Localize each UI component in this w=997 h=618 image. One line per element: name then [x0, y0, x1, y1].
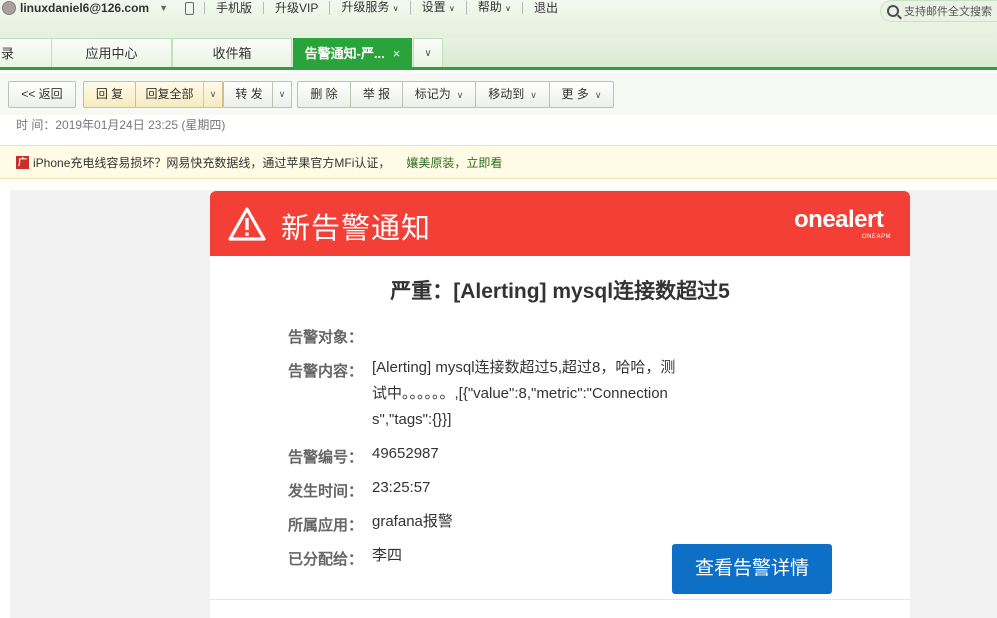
field-occurred-time: 发生时间： 23:25:57: [288, 479, 682, 501]
field-label: 发生时间：: [288, 483, 364, 500]
tab-more-button[interactable]: ∨: [413, 38, 443, 67]
top-nav: 手机版 升级VIP 升级服务 ∨ 设置 ∨ 帮助 ∨ 退出: [185, 0, 569, 16]
alert-card-title: 新告警通知: [281, 213, 432, 245]
reply-button[interactable]: 回 复: [83, 81, 136, 108]
field-value: 李四: [372, 547, 403, 564]
chevron-down-icon: ∨: [505, 4, 512, 13]
alert-heading: 严重：[Alerting] mysql连接数超过5: [390, 280, 730, 303]
nav-help-label: 帮助: [477, 0, 502, 14]
nav-help[interactable]: 帮助 ∨: [465, 0, 522, 15]
warning-icon: [228, 207, 266, 241]
ad-icon: 广: [16, 155, 29, 169]
nav-settings-label: 设置: [421, 0, 446, 14]
field-alert-id: 告警编号： 49652987: [288, 445, 682, 467]
chevron-down-icon: ∨: [594, 90, 602, 100]
field-label: 告警内容：: [288, 363, 364, 380]
ad-text[interactable]: iPhone充电线容易损坏？网易快充数据线，通过苹果官方MFi认证，: [33, 154, 390, 171]
time-value: 2019年01月24日 23:25 (星期四): [55, 118, 226, 132]
alert-card: 新告警通知 onealert ONEAPM 严重：[Alerting] mysq…: [210, 191, 910, 618]
tab-inbox[interactable]: 收件箱: [172, 38, 292, 67]
user-email[interactable]: linuxdaniel6@126.com: [20, 0, 149, 16]
user-menu[interactable]: linuxdaniel6@126.com ▼: [2, 0, 168, 16]
field-label: 已分配给：: [288, 551, 364, 568]
mail-body: 新告警通知 onealert ONEAPM 严重：[Alerting] mysq…: [10, 190, 997, 618]
chevron-down-icon: ∨: [278, 89, 286, 99]
mark-as-button[interactable]: 标记为 ∨: [402, 81, 476, 108]
field-value: [372, 321, 682, 347]
reply-all-button[interactable]: 回复全部: [135, 81, 204, 108]
phone-icon: [185, 1, 194, 15]
ad-link[interactable]: 孃美原装，立即看: [406, 154, 502, 171]
nav-upgrade-service[interactable]: 升级服务 ∨: [329, 1, 409, 15]
chevron-down-icon: ∨: [392, 4, 399, 13]
chevron-down-icon: ∨: [456, 90, 464, 100]
nav-settings[interactable]: 设置 ∨: [409, 0, 466, 15]
nav-upgrade-service-label: 升级服务: [341, 0, 390, 14]
search-icon: [887, 5, 899, 17]
chevron-down-icon: ∨: [424, 48, 432, 59]
field-target: 告警对象：: [288, 326, 682, 347]
brand-logo: onealert: [794, 206, 884, 233]
forward-dropdown-button[interactable]: ∨: [272, 81, 292, 108]
divider: [210, 599, 910, 600]
chevron-down-icon: ∨: [209, 89, 217, 99]
nav-logout[interactable]: 退出: [522, 2, 569, 14]
move-to-button[interactable]: 移动到 ∨: [475, 81, 550, 108]
field-label: 所属应用：: [288, 517, 364, 534]
move-to-label: 移动到: [488, 87, 525, 101]
field-content: 告警内容： [Alerting] mysql连接数超过5,超过8，哈哈，测试中。…: [288, 359, 678, 433]
tab-alert-mail-label: 告警通知-严...: [304, 46, 385, 61]
alert-card-header: 新告警通知 onealert ONEAPM: [210, 191, 910, 256]
avatar-icon: [2, 1, 16, 15]
chevron-down-icon: ∨: [530, 90, 537, 100]
delete-button[interactable]: 删 除: [297, 81, 351, 108]
tab-alert-mail[interactable]: 告警通知-严... ×: [293, 38, 412, 67]
nav-upgrade-vip[interactable]: 升级VIP: [263, 2, 329, 14]
field-label: 告警编号：: [288, 449, 364, 466]
field-label: 告警对象：: [288, 329, 364, 346]
mail-time: 时 间：2019年01月24日 23:25 (星期四): [16, 116, 225, 133]
mail-toolbar: << 返回 回 复 回复全部 ∨ 转 发 ∨ 删 除 举 报 标记为 ∨ 移动到 ∨…: [0, 73, 997, 115]
mark-as-label: 标记为: [414, 87, 451, 101]
forward-button[interactable]: 转 发: [223, 81, 275, 108]
more-button[interactable]: 更 多 ∨: [549, 81, 614, 108]
chevron-down-icon: ∨: [448, 4, 455, 13]
ad-banner[interactable]: 广 iPhone充电线容易损坏？网易快充数据线，通过苹果官方MFi认证， 孃美原…: [0, 145, 997, 179]
back-button[interactable]: << 返回: [8, 81, 76, 108]
more-label: 更 多: [561, 87, 589, 101]
report-button[interactable]: 举 报: [350, 81, 403, 108]
field-value: 23:25:57: [372, 479, 431, 496]
tab-bar: 录 应用中心 收件箱 告警通知-严... × ∨: [0, 38, 997, 70]
view-alert-details-button[interactable]: 查看告警详情: [672, 544, 832, 594]
chevron-down-icon[interactable]: ▼: [159, 0, 168, 16]
close-icon[interactable]: ×: [393, 46, 401, 61]
search-placeholder: 支持邮件全文搜索: [904, 6, 992, 18]
nav-mobile[interactable]: 手机版: [204, 2, 263, 14]
tab-login[interactable]: 录: [0, 38, 52, 67]
search-input[interactable]: 支持邮件全文搜索: [880, 0, 997, 22]
time-label: 时 间：: [16, 118, 56, 132]
field-application: 所属应用： grafana报警: [288, 513, 682, 535]
field-assignee: 已分配给： 李四: [288, 547, 682, 569]
brand-subtitle: ONEAPM: [862, 234, 892, 240]
field-value: 49652987: [372, 445, 439, 462]
tab-app-center[interactable]: 应用中心: [51, 38, 172, 67]
top-bar: linuxdaniel6@126.com ▼ 手机版 升级VIP 升级服务 ∨ …: [0, 0, 997, 40]
field-value: grafana报警: [372, 513, 453, 530]
reply-dropdown-button[interactable]: ∨: [203, 81, 223, 108]
field-value: [Alerting] mysql连接数超过5,超过8，哈哈，测试中。。。。。。,…: [372, 359, 676, 428]
